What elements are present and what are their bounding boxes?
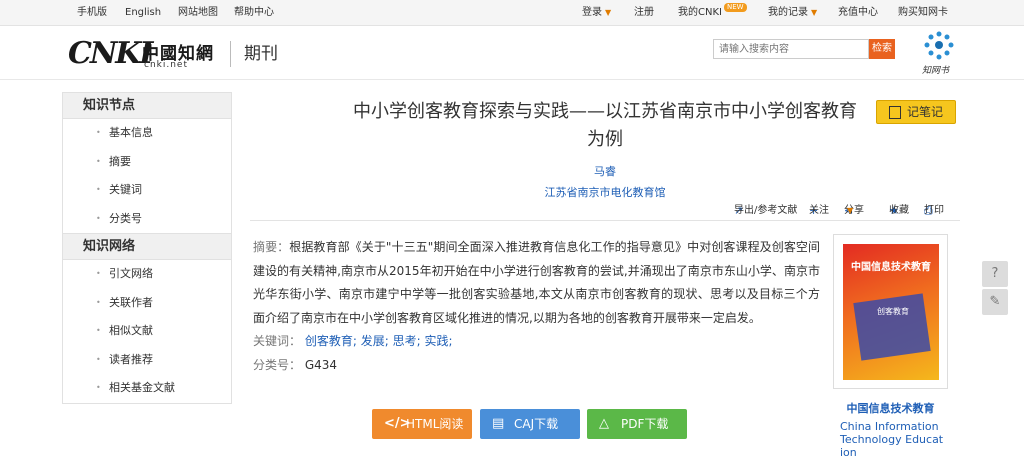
login-label: 登录 — [582, 7, 602, 18]
cnki-logo[interactable]: CNKI 中國知網 cnki.net — [68, 37, 218, 73]
my-records-link[interactable]: 我的记录 ▼ — [768, 0, 817, 26]
article-org[interactable]: 江苏省南京市电化教育馆 — [352, 184, 858, 200]
knowledge-network-section: 知识网络 引文网络 关联作者 相似文献 读者推荐 相关基金文献 — [62, 234, 232, 404]
sidebar-item-classification[interactable]: 分类号 — [63, 205, 231, 234]
sitemap-link[interactable]: 网站地图 — [178, 0, 218, 26]
sidebar-item-similar-docs[interactable]: 相似文献 — [63, 317, 231, 346]
login-link[interactable]: 登录 ▼ — [582, 0, 611, 26]
article-title: 中小学创客教育探索与实践——以江苏省南京市中小学创客教育为例 — [353, 101, 857, 150]
header: CNKI 中國知網 cnki.net 期刊 检索 知网书 — [0, 27, 1024, 79]
pdf-download-label: PDF下载 — [621, 417, 669, 431]
keyword-link[interactable]: 创客教育; — [305, 334, 357, 348]
html-read-label: HTML阅读 — [406, 417, 464, 431]
knowledge-nodes-title: 知识节点 — [63, 93, 231, 119]
my-cnki-link[interactable]: 我的CNKI NEW — [678, 0, 747, 26]
cover-subtitle: 创客教育 — [877, 307, 909, 316]
edit-button[interactable]: ✎ — [982, 289, 1008, 315]
toolbar-separator — [250, 220, 960, 221]
pencil-icon: ✎ — [989, 294, 1001, 309]
buy-card-link[interactable]: 购买知网卡 — [898, 0, 948, 26]
keywords-label: 关键词： — [253, 334, 302, 348]
keywords-row: 关键词： 创客教育; 发展; 思考; 实践; — [253, 331, 453, 351]
sidebar-item-related-authors[interactable]: 关联作者 — [63, 289, 231, 318]
mobile-link[interactable]: 手机版 — [77, 0, 107, 26]
new-badge: NEW — [723, 3, 747, 12]
classification-label: 分类号： — [253, 358, 302, 372]
chevron-down-icon: ▼ — [811, 8, 818, 17]
header-separator — [0, 79, 1024, 80]
logo-url-text: cnki.net — [144, 60, 188, 70]
caj-download-label: CAJ下载 — [514, 417, 559, 431]
cover-title: 中国信息技术教育 — [851, 262, 931, 273]
sidebar: 知识节点 基本信息 摘要 关键词 分类号 知识网络 引文网络 关联作者 相似文献… — [62, 92, 232, 404]
book-icon: ▤ — [492, 416, 505, 431]
export-label: 导出/参考文献 — [734, 205, 798, 216]
chevron-down-icon: ▼ — [605, 8, 612, 17]
journal-cover-image: 中国信息技术教育 创客教育 — [843, 244, 939, 380]
zhiwangshu-label: 知网书 — [922, 66, 950, 76]
collect-label: 收藏 — [889, 205, 909, 216]
recharge-link[interactable]: 充值中心 — [838, 0, 878, 26]
journal-name-en[interactable]: China Information Technology Education — [840, 420, 945, 456]
sidebar-item-keywords[interactable]: 关键词 — [63, 176, 231, 205]
keyword-link[interactable]: 发展; — [361, 334, 389, 348]
notebook-icon — [889, 106, 901, 119]
search-input[interactable] — [713, 39, 869, 59]
my-cnki-label: 我的CNKI — [678, 7, 722, 18]
follow-label: 关注 — [809, 205, 829, 216]
take-note-label: 记笔记 — [907, 105, 944, 119]
my-records-label: 我的记录 — [768, 7, 808, 18]
classification-value: G434 — [304, 358, 338, 372]
feedback-button[interactable]: ? — [982, 261, 1008, 287]
print-label: 打印 — [924, 205, 944, 216]
knowledge-nodes-section: 知识节点 基本信息 摘要 关键词 分类号 — [62, 92, 232, 234]
cover-graphic — [853, 293, 931, 361]
article-author[interactable]: 马睿 — [352, 163, 858, 179]
html-read-button[interactable]: </> HTML阅读 — [372, 409, 472, 439]
zhiwangshu-link[interactable]: 知网书 — [920, 29, 958, 76]
header-divider — [230, 41, 231, 67]
sidebar-item-abstract[interactable]: 摘要 — [63, 148, 231, 177]
sidebar-item-basic-info[interactable]: 基本信息 — [63, 119, 231, 148]
caj-download-button[interactable]: ▤ CAJ下载 — [480, 409, 580, 439]
pdf-icon: △ — [599, 416, 609, 431]
classification-row: 分类号： G434 — [253, 355, 337, 375]
pdf-download-button[interactable]: △ PDF下载 — [587, 409, 687, 439]
abstract-text: 根据教育部《关于"十三五"期间全面深入推进教育信息化工作的指导意见》中对创客课程… — [253, 240, 820, 325]
help-link[interactable]: 帮助中心 — [234, 0, 274, 26]
abstract: 摘要：根据教育部《关于"十三五"期间全面深入推进教育信息化工作的指导意见》中对创… — [253, 236, 820, 330]
keyword-link[interactable]: 思考; — [393, 334, 421, 348]
journal-name-cn[interactable]: 中国信息技术教育 — [833, 400, 948, 416]
top-bar: 手机版 English 网站地图 帮助中心 登录 ▼ 注册 我的CNKI NEW 我… — [0, 0, 1024, 26]
knowledge-network-title: 知识网络 — [63, 234, 231, 260]
zhiwangshu-icon — [924, 31, 954, 60]
take-note-button[interactable]: 记笔记 — [876, 100, 956, 124]
sidebar-item-citation-network[interactable]: 引文网络 — [63, 260, 231, 289]
journal-cover-box[interactable]: 中国信息技术教育 创客教育 — [833, 234, 948, 389]
abstract-label: 摘要： — [253, 240, 290, 254]
chat-bubble-icon: ? — [991, 266, 999, 281]
sidebar-item-reader-recommend[interactable]: 读者推荐 — [63, 346, 231, 375]
logo-cnki-text: CNKI — [68, 36, 153, 71]
sidebar-item-fund-docs[interactable]: 相关基金文献 — [63, 374, 231, 403]
code-icon: </> — [384, 416, 411, 431]
register-link[interactable]: 注册 — [634, 0, 654, 26]
search-button[interactable]: 检索 — [869, 39, 895, 59]
english-link[interactable]: English — [125, 0, 161, 26]
chevron-down-icon: ▼ — [847, 206, 854, 215]
section-title: 期刊 — [244, 44, 278, 64]
keyword-link[interactable]: 实践; — [424, 334, 452, 348]
